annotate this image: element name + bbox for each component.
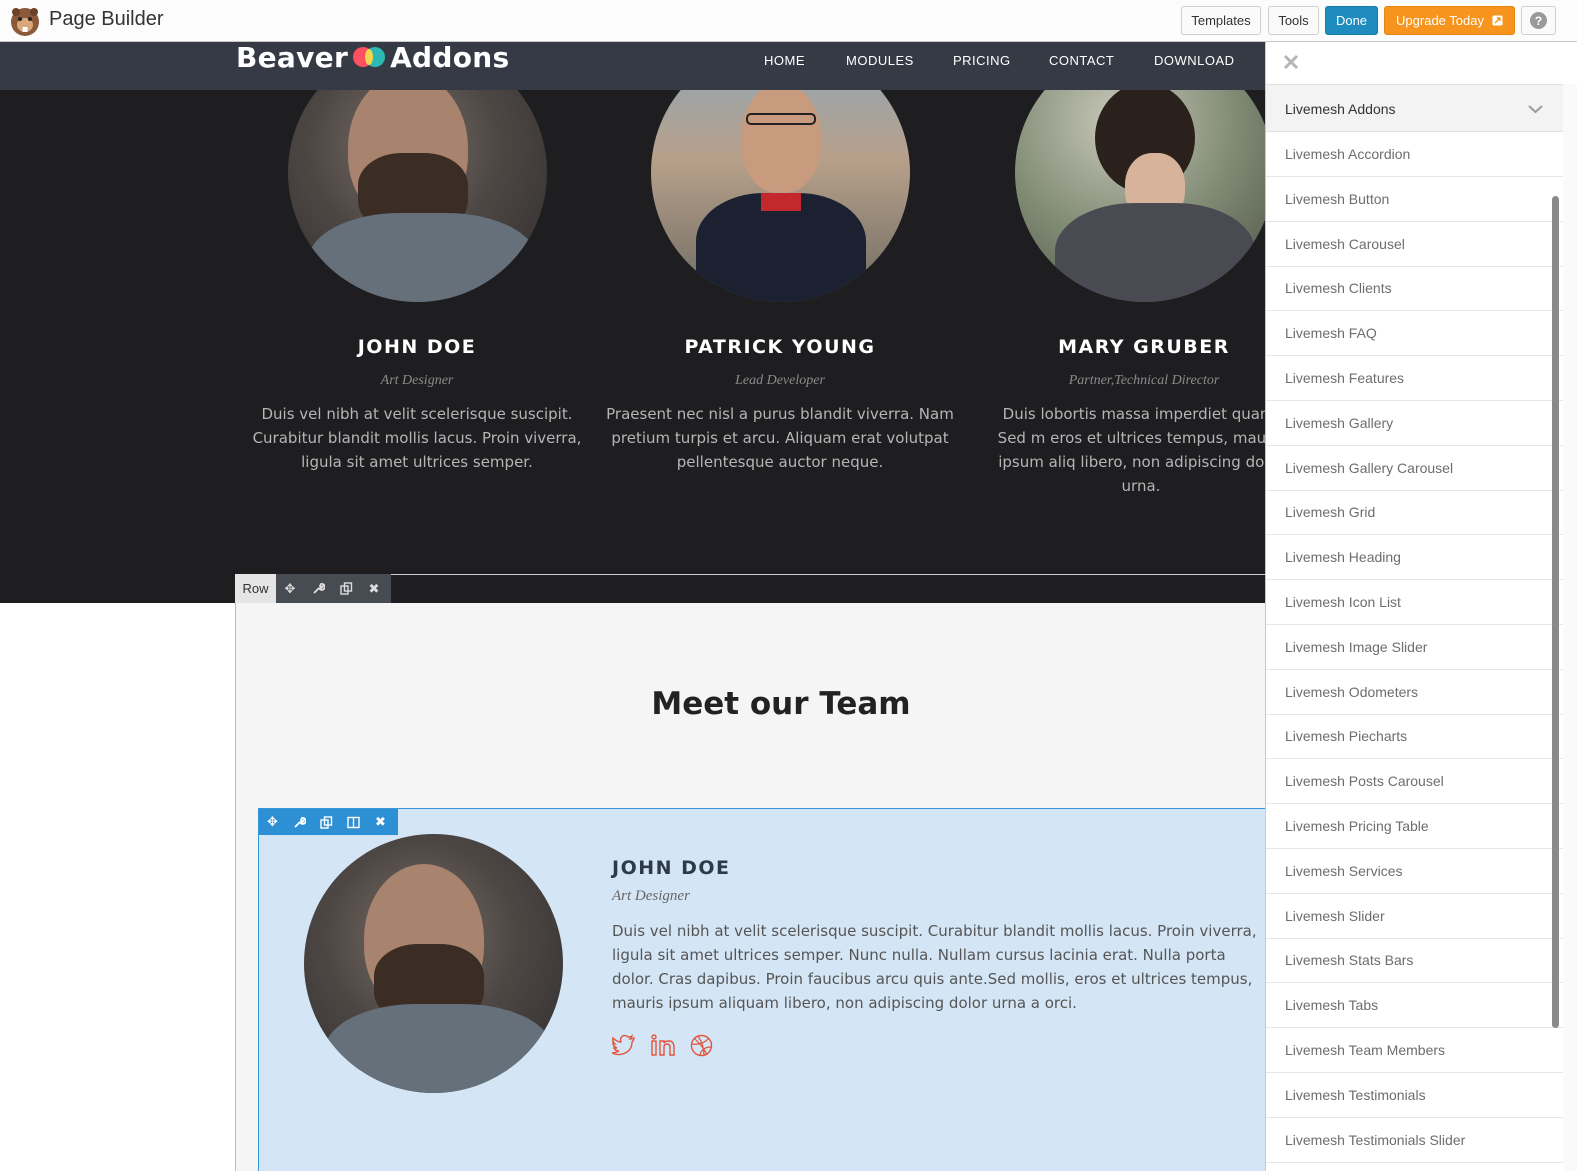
panel-module-item[interactable]: Livemesh Slider (1266, 894, 1563, 939)
brand-right: Addons (390, 40, 510, 74)
external-link-icon (1492, 15, 1503, 26)
panel-module-item[interactable]: Livemesh Accordion (1266, 132, 1563, 177)
nav-home[interactable]: HOME (764, 53, 805, 68)
team-name-2: PATRICK YOUNG (684, 336, 876, 358)
team-role-3: Partner,Technical Director (1068, 373, 1220, 388)
team-role-1: Art Designer (380, 373, 454, 388)
team-name-1: JOHN DOE (357, 336, 477, 358)
panel-module-item[interactable]: Livemesh Features (1266, 356, 1563, 401)
upgrade-label: Upgrade Today (1396, 13, 1484, 28)
team-section-dark: JOHN DOE Art Designer Duis vel nibh at v… (0, 90, 1265, 603)
team-photo-john (288, 90, 547, 302)
section-heading: Meet our Team (651, 686, 911, 722)
panel-module-item[interactable]: Livemesh Services (1266, 849, 1563, 894)
panel-scrollbar-track[interactable] (1563, 84, 1577, 1171)
nav-pricing[interactable]: PRICING (953, 53, 1011, 68)
panel-module-item[interactable]: Livemesh Team Members (1266, 1028, 1563, 1073)
team-photo-patrick (651, 90, 910, 302)
panel-module-item[interactable]: Livemesh Grid (1266, 490, 1563, 536)
team-photo-mary (1015, 90, 1265, 302)
app-title: Page Builder (49, 8, 164, 30)
module-duplicate-icon[interactable] (313, 809, 340, 835)
panel-module-item[interactable]: Livemesh Testimonials (1266, 1073, 1563, 1118)
module-move-icon[interactable]: ✥ (259, 809, 286, 835)
panel-module-item[interactable]: Livemesh Pricing Table (1266, 804, 1563, 849)
panel-scrollbar-thumb[interactable] (1552, 196, 1559, 1028)
row-toolbar: Row ✥ ✖ (235, 574, 391, 603)
beaver-logo-icon (11, 8, 39, 36)
move-icon[interactable]: ✥ (276, 574, 304, 603)
twitter-icon[interactable] (612, 1034, 636, 1056)
panel-module-item[interactable]: Livemesh Gallery Carousel (1266, 446, 1563, 491)
panel-module-item[interactable]: Livemesh Tabs (1266, 983, 1563, 1029)
panel-module-item[interactable]: Livemesh FAQ (1266, 311, 1563, 357)
module-toolbar: ✥ ✖ (259, 809, 398, 835)
panel-module-item[interactable]: Livemesh Odometers (1266, 670, 1563, 715)
module-member-name: JOHN DOE (612, 857, 731, 879)
team-bio-3: Duis lobortis massa imperdiet quam. Sed … (997, 405, 1265, 495)
module-member-bio: Duis vel nibh at velit scelerisque susci… (612, 922, 1257, 1012)
panel-module-item[interactable]: Livemesh Button (1266, 177, 1563, 222)
team-bio-2: Praesent nec nisl a purus blandit viverr… (606, 405, 954, 471)
nav-download[interactable]: DOWNLOAD (1154, 53, 1235, 68)
dribbble-icon[interactable] (690, 1034, 713, 1057)
panel-module-item[interactable]: Livemesh Piecharts (1266, 714, 1563, 760)
nav-modules[interactable]: MODULES (846, 53, 914, 68)
chevron-down-icon[interactable] (1528, 104, 1543, 114)
module-wrench-icon[interactable] (286, 809, 313, 835)
panel-module-item[interactable]: Livemesh Posts Carousel (1266, 759, 1563, 805)
duplicate-icon[interactable] (332, 574, 360, 603)
module-columns-icon[interactable] (340, 809, 367, 835)
wrench-icon[interactable] (304, 574, 332, 603)
panel-module-item[interactable]: Livemesh Gallery (1266, 401, 1563, 446)
panel-module-item[interactable]: Livemesh Image Slider (1266, 625, 1563, 670)
done-button[interactable]: Done (1325, 6, 1378, 35)
team-role-2: Lead Developer (735, 373, 825, 388)
panel-close-icon[interactable] (1282, 53, 1300, 71)
brand-logo-icon (353, 47, 386, 67)
row-label[interactable]: Row (235, 574, 276, 603)
panel-module-item[interactable]: Livemesh Icon List (1266, 580, 1563, 625)
team-bio-1: Duis vel nibh at velit scelerisque susci… (252, 405, 582, 471)
panel-module-item[interactable]: Livemesh Stats Bars (1266, 938, 1563, 984)
module-photo-john (304, 834, 563, 1093)
panel-module-item[interactable]: Livemesh Testimonials Slider (1266, 1118, 1563, 1163)
help-button[interactable]: ? (1521, 6, 1556, 35)
module-member-role: Art Designer (612, 888, 690, 904)
panel-module-item[interactable]: Livemesh Heading (1266, 535, 1563, 581)
panel-module-item[interactable]: Livemesh Carousel (1266, 222, 1563, 267)
nav-contact[interactable]: CONTACT (1049, 53, 1114, 68)
templates-button[interactable]: Templates (1181, 6, 1261, 35)
brand-left: Beaver (236, 40, 349, 74)
tools-button[interactable]: Tools (1268, 6, 1319, 35)
panel-group-label: Livemesh Addons (1285, 101, 1396, 117)
help-icon: ? (1530, 12, 1547, 29)
team-name-3: MARY GRUBER (1058, 336, 1230, 358)
upgrade-button[interactable]: Upgrade Today (1384, 6, 1515, 35)
linkedin-icon[interactable] (651, 1034, 675, 1056)
panel-module-item[interactable]: Livemesh Clients (1266, 266, 1563, 312)
site-brand[interactable]: Beaver Addons (236, 40, 510, 74)
row-outline (391, 574, 1265, 575)
remove-icon[interactable]: ✖ (360, 574, 388, 603)
module-remove-icon[interactable]: ✖ (367, 809, 394, 835)
